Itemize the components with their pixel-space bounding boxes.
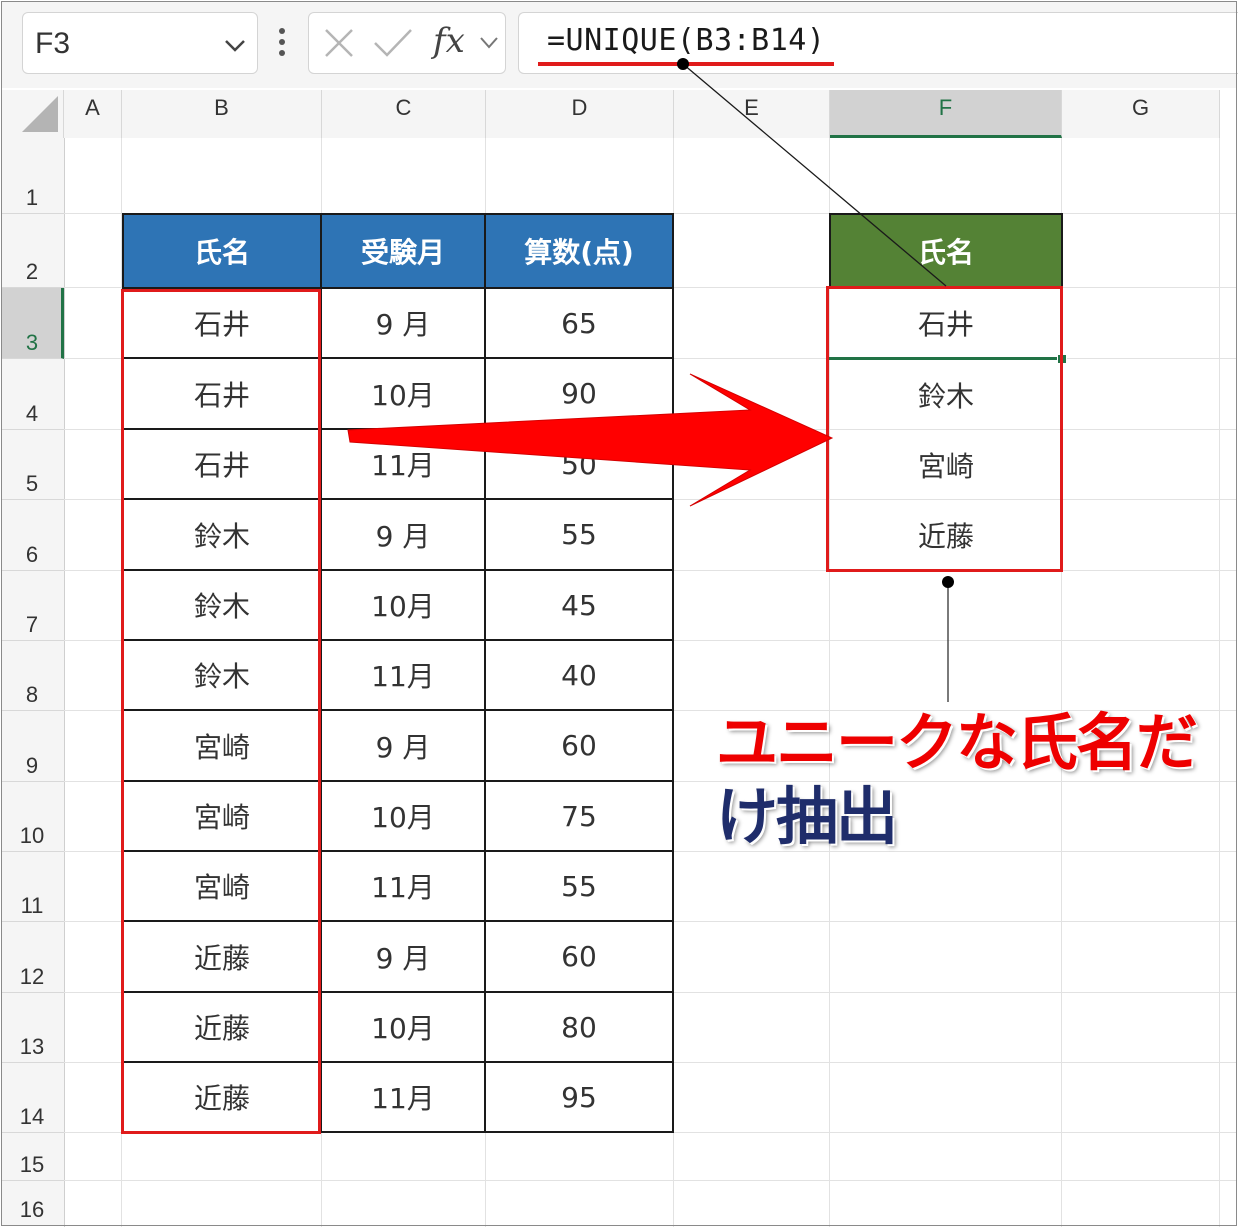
window-border bbox=[1, 1, 1237, 1226]
spreadsheet-window: F3 fx =UNIQUE(B3:B14) A B C D E F G 1 2 … bbox=[0, 0, 1240, 1228]
